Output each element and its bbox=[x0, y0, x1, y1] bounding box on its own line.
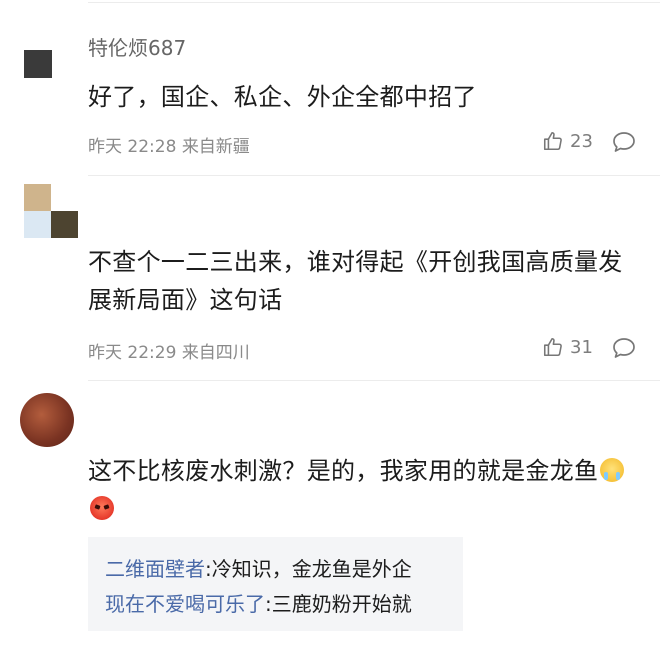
comment-time: 昨天 22:29 bbox=[88, 343, 177, 363]
crying-face-emoji bbox=[600, 458, 625, 482]
reply-author[interactable]: 现在不爱喝可乐了 bbox=[105, 592, 265, 616]
comment-location: 来自新疆 bbox=[181, 137, 250, 157]
like-button[interactable]: 31 bbox=[542, 336, 593, 358]
comment-text: 好了，国企、私企、外企全都中招了 bbox=[88, 83, 477, 111]
like-count: 31 bbox=[570, 336, 593, 358]
angry-face-emoji bbox=[90, 496, 114, 520]
replies-preview[interactable]: 二维面壁者:冷知识，金龙鱼是外企 现在不爱喝可乐了:三鹿奶粉开始就 bbox=[88, 537, 463, 631]
reply-text: :冷知识，金龙鱼是外企 bbox=[205, 557, 412, 581]
comment-time: 昨天 22:28 bbox=[88, 137, 177, 157]
comment-item: 不查个一二三出来，谁对得起《开创我国高质量发展新局面》这句话 昨天 22:29 … bbox=[0, 176, 660, 380]
comment-item: 特伦烦687 好了，国企、私企、外企全都中招了 昨天 22:28 来自新疆 23 bbox=[0, 0, 660, 176]
speech-bubble-icon bbox=[612, 131, 636, 153]
speech-bubble-icon bbox=[612, 337, 636, 359]
avatar[interactable] bbox=[20, 393, 74, 447]
reply-item[interactable]: 二维面壁者:冷知识，金龙鱼是外企 bbox=[105, 553, 412, 582]
like-count: 23 bbox=[570, 130, 593, 152]
comment-text: 这不比核废水刺激？是的，我家用的就是金龙鱼 bbox=[88, 452, 636, 528]
comment-meta: 昨天 22:28 来自新疆 bbox=[88, 132, 250, 157]
thumbs-up-icon bbox=[542, 336, 564, 358]
thumbs-up-icon bbox=[542, 130, 564, 152]
reply-button[interactable] bbox=[612, 131, 636, 153]
avatar[interactable] bbox=[24, 184, 78, 238]
comment-meta: 昨天 22:29 来自四川 bbox=[88, 338, 250, 363]
like-button[interactable]: 23 bbox=[542, 130, 593, 152]
comment-text-body: 这不比核废水刺激？是的，我家用的就是金龙鱼 bbox=[88, 457, 599, 485]
comment-location: 来自四川 bbox=[181, 343, 250, 363]
comment-text: 不查个一二三出来，谁对得起《开创我国高质量发展新局面》这句话 bbox=[88, 248, 623, 314]
reply-button[interactable] bbox=[612, 337, 636, 359]
comment-username[interactable]: 特伦烦687 bbox=[88, 32, 186, 61]
avatar[interactable] bbox=[24, 50, 52, 78]
reply-text: :三鹿奶粉开始就 bbox=[265, 592, 412, 616]
reply-author[interactable]: 二维面壁者 bbox=[105, 557, 205, 581]
reply-item[interactable]: 现在不爱喝可乐了:三鹿奶粉开始就 bbox=[105, 588, 412, 617]
